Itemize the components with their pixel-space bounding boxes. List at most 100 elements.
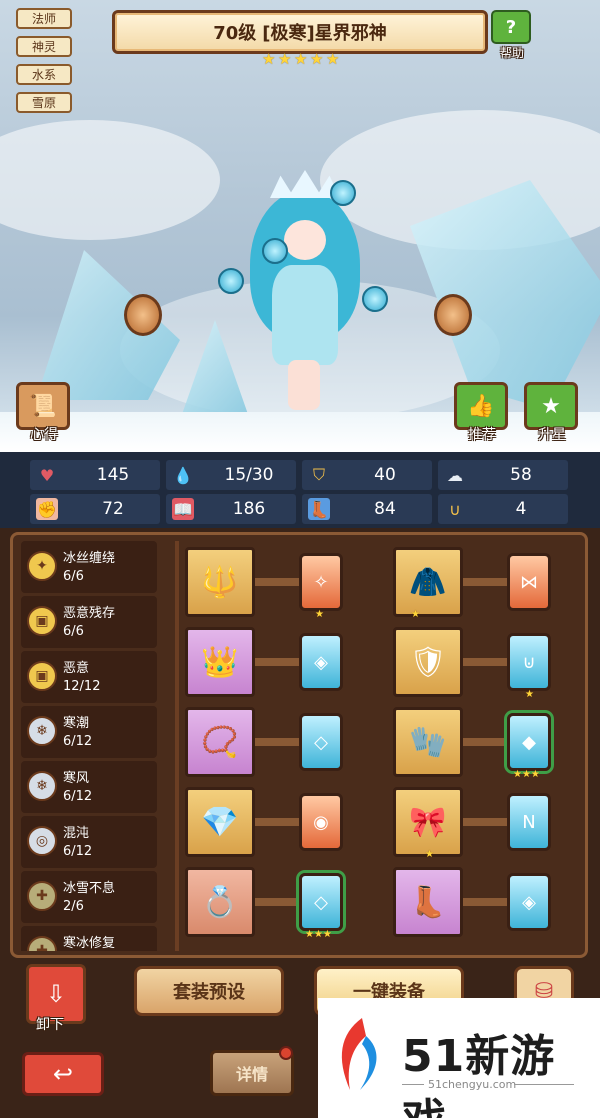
hero-character-sprite[interactable] xyxy=(240,170,370,415)
star-up-button[interactable]: ★ 升星 xyxy=(524,382,580,444)
hero-name: [极寒]星界邪神 xyxy=(262,23,387,44)
equipment-panel: ✦ 冰丝缠绕 6/6 ▣ 恶意残存 6/6 ▣ 恶意 12/12 ❄ 寒潮 6/12 ❄ 寒风 6/… xyxy=(10,532,588,958)
hero-title-bar: 70级 [极寒]星界邪神 xyxy=(112,10,488,54)
hero-scene: 法师 神灵 水系 雪原 70级 [极寒]星界邪神 ★ ★ ★ ★ ★ ? 帮助 … xyxy=(0,0,600,452)
scroll-icon: 📜 xyxy=(16,382,70,430)
question-icon: ? xyxy=(491,10,531,44)
stat-defense: ⛉ 40 xyxy=(302,460,432,490)
hero-stats: ♥ 145 💧 15/30 ⛉ 40 ☁ 58 ✊ 72 📖 186 👢 84 ∪ 4 xyxy=(0,452,600,528)
star-icon: ★ xyxy=(326,50,340,68)
gold-medal-icon: ▣ xyxy=(27,661,57,691)
star-icon: ★ xyxy=(262,50,276,68)
star-badge-icon: ★ xyxy=(524,382,578,430)
tag-region[interactable]: 雪原 xyxy=(16,92,72,113)
set-item[interactable]: ✚ 冰雪不息 2/6 xyxy=(21,871,157,923)
rune-card-slot[interactable]: ◈ xyxy=(507,873,551,931)
tag-race[interactable]: 神灵 xyxy=(16,36,72,57)
gem-equip-slot[interactable]: 💎 xyxy=(185,787,255,857)
set-item[interactable]: ✚ 寒冰修复 xyxy=(21,926,157,951)
back-button[interactable]: ↩ xyxy=(22,1052,104,1096)
set-item[interactable]: ◎ 混沌 6/12 xyxy=(21,816,157,868)
stat-magic: 📖 186 xyxy=(166,494,296,524)
stat-luck: ∪ 4 xyxy=(438,494,568,524)
belt-equip-slot[interactable]: 🎀 xyxy=(393,787,463,857)
ice-orb-icon xyxy=(362,286,388,312)
gold-medal-icon: ▣ xyxy=(27,606,57,636)
star-up-label: 升星 xyxy=(538,427,566,443)
notification-dot xyxy=(279,1046,293,1060)
horseshoe-icon: ∪ xyxy=(449,499,461,519)
set-item[interactable]: ✦ 冰丝缠绕 6/6 xyxy=(21,541,157,593)
boots-equip-slot[interactable]: 👢 xyxy=(393,867,463,937)
ice-orb-icon xyxy=(262,238,288,264)
rune-card-slot[interactable]: ◇ xyxy=(299,713,343,771)
panel-divider xyxy=(175,541,179,951)
watermark: 51新游戏 51chengyu.com xyxy=(318,998,600,1118)
stat-speed: 👢 84 xyxy=(302,494,432,524)
stat-attack: ✊ 72 xyxy=(30,494,160,524)
hero-star-rating: ★ ★ ★ ★ ★ xyxy=(262,52,341,67)
brand-name: 51新游戏 xyxy=(402,1031,556,1118)
book-icon: 📖 xyxy=(172,498,194,520)
ice-orb-icon xyxy=(330,180,356,206)
snow-ground xyxy=(0,412,600,452)
recommend-button[interactable]: 👍 推荐 xyxy=(454,382,510,444)
armor-equip-slot[interactable]: 🛡 xyxy=(393,627,463,697)
necklace-equip-slot[interactable]: 📿 xyxy=(185,707,255,777)
ring-equip-slot[interactable]: 💍 xyxy=(185,867,255,937)
rune-card-slot[interactable]: ⋈ xyxy=(507,553,551,611)
set-item[interactable]: ▣ 恶意 12/12 xyxy=(21,651,157,703)
brand-url: 51chengyu.com xyxy=(428,1078,517,1091)
silver-medal-icon: ◎ xyxy=(27,826,57,856)
rune-card-slot[interactable]: ✧ xyxy=(299,553,343,611)
arrow-down-icon: ⇩ xyxy=(45,980,67,1008)
stat-mana: 💧 15/30 xyxy=(166,460,296,490)
notes-label: 心得 xyxy=(30,427,58,443)
bronze-medal-icon: ✚ xyxy=(27,936,57,951)
hero-tags: 法师 神灵 水系 雪原 xyxy=(16,8,72,113)
next-hero-button[interactable] xyxy=(434,294,472,336)
set-item[interactable]: ❄ 寒潮 6/12 xyxy=(21,706,157,758)
silver-medal-icon: ❄ xyxy=(27,716,57,746)
star-icon: ★ xyxy=(278,50,292,68)
previous-hero-button[interactable] xyxy=(124,294,162,336)
gold-medal-icon: ✦ xyxy=(27,551,57,581)
glove-equip-slot[interactable]: 🧤 xyxy=(393,707,463,777)
rune-card-slot[interactable]: ◈ xyxy=(299,633,343,691)
rune-card-slot[interactable]: ◆ xyxy=(507,713,551,771)
notes-button[interactable]: 📜 心得 xyxy=(16,382,72,444)
helmet-equip-slot[interactable]: 👑 xyxy=(185,627,255,697)
star-icon: ★ xyxy=(310,50,324,68)
set-preset-button[interactable]: 套装预设 xyxy=(134,966,284,1016)
cloud xyxy=(0,120,220,240)
water-drop-icon: 💧 xyxy=(173,465,193,485)
rune-card-slot[interactable]: ◇ xyxy=(299,873,343,931)
staff-equip-slot[interactable]: 🔱 xyxy=(185,547,255,617)
heart-icon: ♥ xyxy=(39,465,55,485)
silver-medal-icon: ❄ xyxy=(27,771,57,801)
equipment-slots: 🔱 ✧ ★ 🧥 ⋈ ★ 👑 ◈ 🛡 ⊍ ★ 📿 ◇ 🧤 ◆ ★★★ 💎 ◉ 🎀 … xyxy=(185,547,585,947)
rune-card-slot[interactable]: Ν xyxy=(507,793,551,851)
star-icon: ★ xyxy=(294,50,308,68)
shield-icon: ⛉ xyxy=(312,465,325,484)
stat-evasion: ☁ 58 xyxy=(438,460,568,490)
rune-card-slot[interactable]: ◉ xyxy=(299,793,343,851)
rune-card-slot[interactable]: ⊍ xyxy=(507,633,551,691)
return-arrow-icon: ↩ xyxy=(52,1060,74,1088)
set-bonus-list[interactable]: ✦ 冰丝缠绕 6/6 ▣ 恶意残存 6/6 ▣ 恶意 12/12 ❄ 寒潮 6/12 ❄ 寒风 6/… xyxy=(21,541,171,951)
recommend-label: 推荐 xyxy=(468,427,496,443)
unload-label: 卸下 xyxy=(36,1017,64,1033)
set-item[interactable]: ▣ 恶意残存 6/6 xyxy=(21,596,157,648)
cloak-equip-slot[interactable]: 🧥 xyxy=(393,547,463,617)
help-button[interactable]: ? 帮助 xyxy=(491,10,533,60)
set-item[interactable]: ❄ 寒风 6/12 xyxy=(21,761,157,813)
hero-level: 70级 xyxy=(213,23,257,44)
tag-element[interactable]: 水系 xyxy=(16,64,72,85)
fist-icon: ✊ xyxy=(36,498,58,520)
stat-hp: ♥ 145 xyxy=(30,460,160,490)
brand-logo-icon xyxy=(341,1018,377,1090)
ice-orb-icon xyxy=(218,268,244,294)
tag-class[interactable]: 法师 xyxy=(16,8,72,29)
boot-icon: 👢 xyxy=(308,498,330,520)
thumbs-up-icon: 👍 xyxy=(454,382,508,430)
